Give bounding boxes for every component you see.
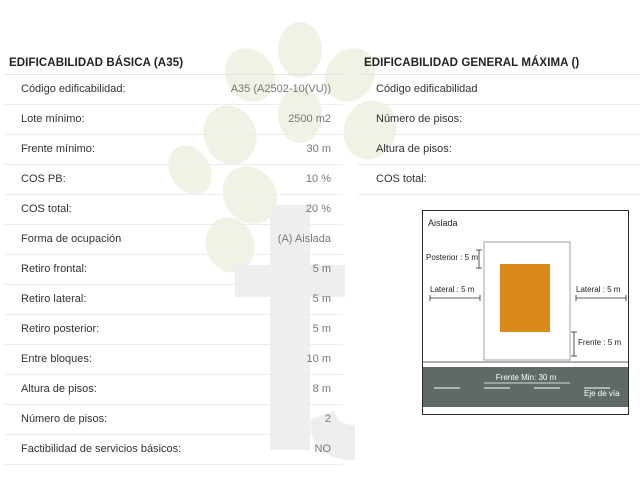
- general-row: Número de pisos:: [358, 105, 640, 135]
- basic-row: Forma de ocupación (A) Aislada: [5, 225, 343, 255]
- row-value: (A) Aislada: [277, 233, 331, 245]
- basic-row: Altura de pisos: 8 m: [5, 375, 343, 405]
- basic-row: Frente mínimo: 30 m: [5, 135, 343, 165]
- row-value: 30 m: [306, 143, 331, 155]
- general-rows: Código edificabilidad Número de pisos: A…: [358, 74, 640, 195]
- row-label: Retiro posterior:: [21, 323, 100, 335]
- row-value: 8 m: [312, 383, 331, 395]
- basic-row: Número de pisos: 2: [5, 405, 343, 435]
- row-value: 20 %: [305, 203, 331, 215]
- row-label: Forma de ocupación: [21, 233, 122, 245]
- row-label: Lote mínimo:: [21, 113, 85, 125]
- row-label: Código edificabilidad: [376, 83, 478, 95]
- frente-label: Frente : 5 m: [578, 338, 621, 347]
- row-label: Número de pisos:: [21, 413, 108, 425]
- basic-row: Factibilidad de servicios básicos: NO: [5, 435, 343, 465]
- row-value: 10 %: [305, 173, 331, 185]
- row-value: 2: [324, 413, 331, 425]
- row-value: NO: [314, 443, 332, 455]
- basic-row: Código edificabilidad: A35 (A2502-10(VU)…: [5, 75, 343, 105]
- basic-row: Entre bloques: 10 m: [5, 345, 343, 375]
- row-value: 5 m: [312, 293, 331, 305]
- basic-row: Retiro lateral: 5 m: [5, 285, 343, 315]
- row-label: COS total:: [21, 203, 72, 215]
- page: EDIFICABILIDAD BÁSICA (A35) Código edifi…: [0, 0, 640, 480]
- general-row: COS total:: [358, 165, 640, 195]
- general-max-buildability-panel: EDIFICABILIDAD GENERAL MÁXIMA () Código …: [358, 52, 640, 195]
- general-row: Código edificabilidad: [358, 75, 640, 105]
- building-footprint: [500, 264, 550, 332]
- setback-diagram: Aislada Posterior : 5 m Lateral : 5 m La…: [422, 210, 630, 416]
- diagram-title: Aislada: [428, 218, 458, 228]
- basic-row: Retiro frontal: 5 m: [5, 255, 343, 285]
- row-label: Entre bloques:: [21, 353, 92, 365]
- row-value: 5 m: [312, 263, 331, 275]
- basic-rows: Código edificabilidad: A35 (A2502-10(VU)…: [5, 74, 343, 465]
- row-label: Factibilidad de servicios básicos:: [21, 443, 182, 455]
- lateral-left-label: Lateral : 5 m: [430, 285, 475, 294]
- eje-via-label: Eje de vía: [584, 389, 620, 398]
- lateral-right-label: Lateral : 5 m: [576, 285, 621, 294]
- basic-row: Lote mínimo: 2500 m2: [5, 105, 343, 135]
- basic-row: Retiro posterior: 5 m: [5, 315, 343, 345]
- row-value: 2500 m2: [288, 113, 331, 125]
- row-label: Altura de pisos:: [376, 143, 452, 155]
- row-label: COS PB:: [21, 173, 66, 185]
- basic-row: COS PB: 10 %: [5, 165, 343, 195]
- row-value: 5 m: [312, 323, 331, 335]
- basic-row: COS total: 20 %: [5, 195, 343, 225]
- row-label: Altura de pisos:: [21, 383, 97, 395]
- row-label: Código edificabilidad:: [21, 83, 126, 95]
- row-label: Número de pisos:: [376, 113, 463, 125]
- frente-min-label: Frente Min: 30 m: [496, 373, 557, 382]
- row-value: 10 m: [306, 353, 331, 365]
- row-label: Retiro frontal:: [21, 263, 88, 275]
- posterior-label: Posterior : 5 m: [426, 253, 478, 262]
- basic-panel-title: EDIFICABILIDAD BÁSICA (A35): [9, 57, 184, 69]
- general-panel-title: EDIFICABILIDAD GENERAL MÁXIMA (): [364, 57, 580, 69]
- setback-diagram-svg: Aislada Posterior : 5 m Lateral : 5 m La…: [422, 210, 629, 415]
- row-label: COS total:: [376, 173, 427, 185]
- row-label: Frente mínimo:: [21, 143, 95, 155]
- row-value: A35 (A2502-10(VU)): [230, 83, 331, 95]
- general-row: Altura de pisos:: [358, 135, 640, 165]
- row-label: Retiro lateral:: [21, 293, 87, 305]
- basic-buildability-panel: EDIFICABILIDAD BÁSICA (A35) Código edifi…: [5, 52, 343, 465]
